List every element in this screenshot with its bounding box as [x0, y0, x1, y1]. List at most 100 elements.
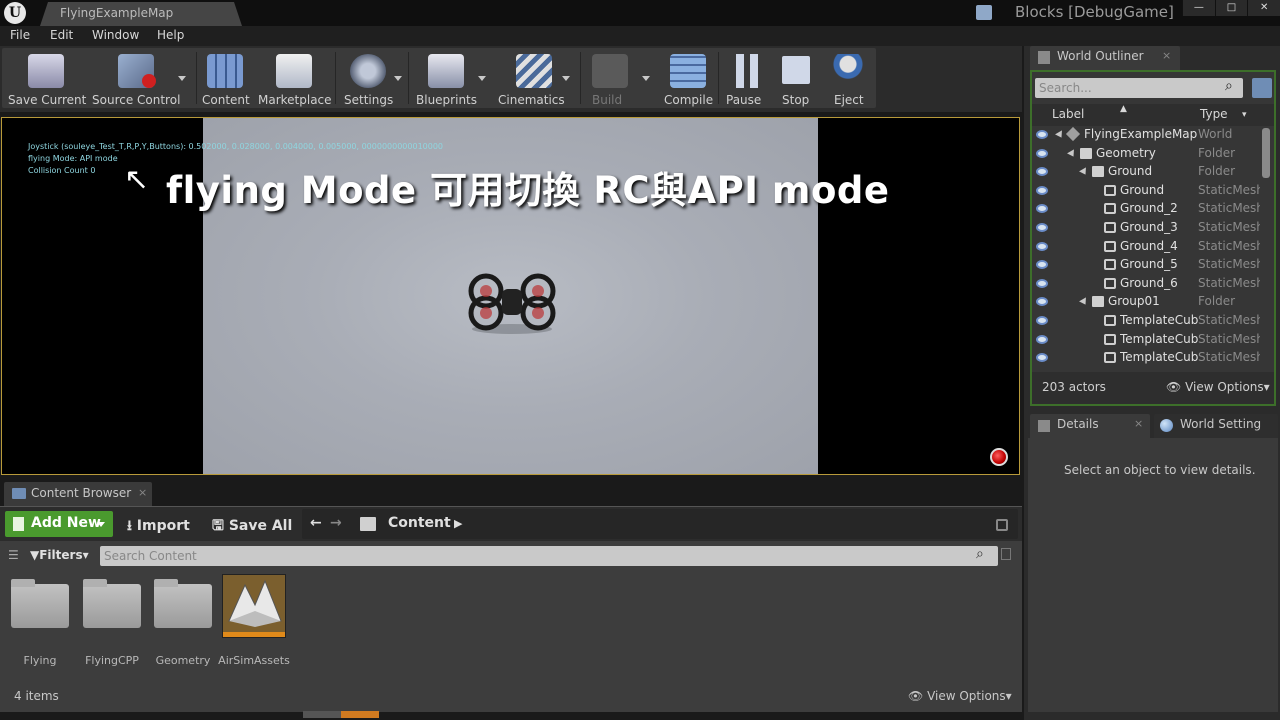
column-label[interactable]: Label [1052, 107, 1084, 121]
menu-help[interactable]: Help [157, 28, 184, 42]
compile-button[interactable]: Compile [662, 48, 714, 108]
settings-button[interactable]: Settings [340, 48, 404, 108]
view-options-button[interactable]: 👁 View Options▾ [908, 689, 1012, 703]
pause-button[interactable]: Pause [724, 48, 768, 108]
close-icon[interactable]: × [1162, 49, 1171, 62]
eject-button[interactable]: Eject [826, 48, 870, 108]
save-current-label: Save Current [8, 93, 87, 107]
marketplace-button[interactable]: Marketplace [258, 48, 332, 108]
visibility-eye-icon[interactable] [1036, 167, 1048, 177]
unreal-logo-icon[interactable]: U [4, 2, 26, 24]
content-browser-tab[interactable]: Content Browser × [4, 482, 152, 506]
menu-file[interactable]: File [10, 28, 30, 42]
outliner-row[interactable]: TemplateCube StaticMesh [1032, 331, 1260, 349]
build-button[interactable]: Build [584, 48, 654, 108]
forward-arrow-icon[interactable]: → [330, 515, 342, 531]
visibility-eye-icon[interactable] [1036, 316, 1048, 325]
expand-arrow-icon[interactable] [1067, 148, 1077, 159]
chevron-down-icon[interactable] [478, 76, 486, 81]
title-bar: U FlyingExampleMap Blocks [DebugGame] — … [0, 0, 1280, 26]
visibility-eye-icon[interactable] [1036, 204, 1048, 214]
outliner-row[interactable]: Ground_4 StaticMesh [1032, 238, 1260, 256]
visibility-eye-icon[interactable] [1036, 185, 1048, 195]
chevron-down-icon[interactable] [642, 76, 650, 81]
asset-folder-geometry[interactable]: Geometry [151, 574, 215, 674]
back-arrow-icon[interactable]: ← [310, 515, 322, 531]
sources-toggle-icon[interactable]: ☰ [8, 548, 19, 562]
minimize-button[interactable]: — [1182, 0, 1215, 16]
column-type[interactable]: Type [1200, 107, 1228, 121]
blueprints-button[interactable]: Blueprints [414, 48, 490, 108]
outliner-row[interactable]: TemplateCube StaticMesh [1032, 312, 1260, 330]
outliner-row[interactable]: Ground_5 StaticMesh [1032, 256, 1260, 274]
outliner-row[interactable]: FlyingExampleMap World [1032, 126, 1260, 144]
outliner-search-input[interactable] [1039, 79, 1219, 97]
asset-airsimassets[interactable]: AirSimAssets [218, 574, 290, 674]
import-button[interactable]: ⭳ Import [127, 515, 190, 539]
outliner-row[interactable]: TemplateCube StaticMesh [1032, 349, 1260, 366]
close-icon[interactable]: × [138, 486, 147, 499]
save-search-icon[interactable] [1001, 548, 1011, 560]
record-icon[interactable] [990, 448, 1008, 466]
add-new-button[interactable]: Add New [5, 511, 113, 537]
compile-icon [670, 54, 706, 88]
outliner-row[interactable]: Group01 Folder [1032, 293, 1260, 311]
mountain-icon [228, 579, 282, 627]
outliner-row[interactable]: Ground Folder [1032, 163, 1260, 181]
outliner-row-label: TemplateCube [1120, 313, 1198, 327]
visibility-eye-icon[interactable] [1036, 241, 1048, 251]
search-content-input[interactable] [104, 547, 964, 565]
close-icon[interactable]: × [1134, 417, 1143, 430]
source-control-button[interactable]: Source Control [90, 48, 186, 108]
path-content-crumb[interactable]: Content [388, 515, 451, 531]
asset-folder-flyingcpp[interactable]: FlyingCPP [80, 574, 144, 674]
expand-arrow-icon[interactable] [1055, 130, 1065, 140]
lock-icon[interactable] [996, 519, 1008, 531]
chevron-down-icon[interactable]: ▾ [1242, 110, 1247, 120]
search-icon[interactable]: ⌕ [976, 546, 984, 562]
visibility-eye-icon[interactable] [1036, 278, 1048, 288]
visibility-eye-icon[interactable] [1036, 260, 1048, 270]
eject-person-icon [830, 54, 866, 88]
horizontal-scrollbar[interactable] [303, 711, 379, 718]
level-tab[interactable]: FlyingExampleMap [40, 2, 242, 26]
outliner-scrollbar[interactable] [1262, 128, 1270, 178]
save-all-button[interactable]: 🖫 Save All [212, 515, 292, 539]
visibility-eye-icon[interactable] [1036, 334, 1048, 344]
maximize-button[interactable]: □ [1214, 0, 1248, 16]
asset-folder-flying[interactable]: Flying [8, 574, 72, 674]
outliner-icon [1038, 51, 1050, 64]
visibility-eye-icon[interactable] [1036, 297, 1048, 307]
outliner-row[interactable]: Geometry Folder [1032, 145, 1260, 163]
chevron-down-icon[interactable] [394, 76, 402, 81]
outliner-row[interactable]: Ground_6 StaticMesh [1032, 275, 1260, 293]
add-actor-icon[interactable] [1252, 78, 1272, 98]
expand-arrow-icon[interactable] [1079, 167, 1089, 177]
visibility-eye-icon[interactable] [1036, 148, 1048, 158]
scrollbar-thumb[interactable] [341, 711, 379, 718]
chevron-down-icon[interactable] [562, 76, 570, 81]
outliner-row[interactable]: Ground_2 StaticMesh [1032, 200, 1260, 218]
outliner-row[interactable]: Ground_3 StaticMesh [1032, 219, 1260, 237]
content-button[interactable]: Content [200, 48, 250, 108]
visibility-eye-icon[interactable] [1036, 353, 1048, 363]
search-icon[interactable]: ⌕ [1225, 78, 1233, 94]
world-outliner-tab[interactable]: World Outliner × [1030, 46, 1180, 70]
level-viewport[interactable]: Joystick (souleye_Test_T,R,P,Y,Buttons):… [1, 117, 1020, 475]
stop-button[interactable]: Stop [776, 48, 816, 108]
cinematics-button[interactable]: Cinematics [496, 48, 576, 108]
close-button[interactable]: ✕ [1247, 0, 1280, 16]
expand-arrow-icon[interactable] [1079, 297, 1089, 307]
world-settings-tab[interactable]: World Setting [1154, 414, 1278, 438]
outliner-row[interactable]: Ground StaticMesh [1032, 182, 1260, 200]
visibility-eye-icon[interactable] [1036, 223, 1048, 232]
save-current-button[interactable]: Save Current [6, 48, 86, 108]
menu-window[interactable]: Window [92, 28, 139, 42]
menu-edit[interactable]: Edit [50, 28, 73, 42]
visibility-eye-icon[interactable] [1036, 130, 1048, 139]
chevron-right-icon[interactable]: ▶ [454, 517, 462, 530]
filters-button[interactable]: ▼Filters▾ [30, 548, 89, 562]
outliner-view-options-button[interactable]: 👁 View Options▾ [1166, 380, 1270, 394]
details-tab[interactable]: Details × [1030, 414, 1150, 438]
chevron-down-icon[interactable] [178, 76, 186, 81]
